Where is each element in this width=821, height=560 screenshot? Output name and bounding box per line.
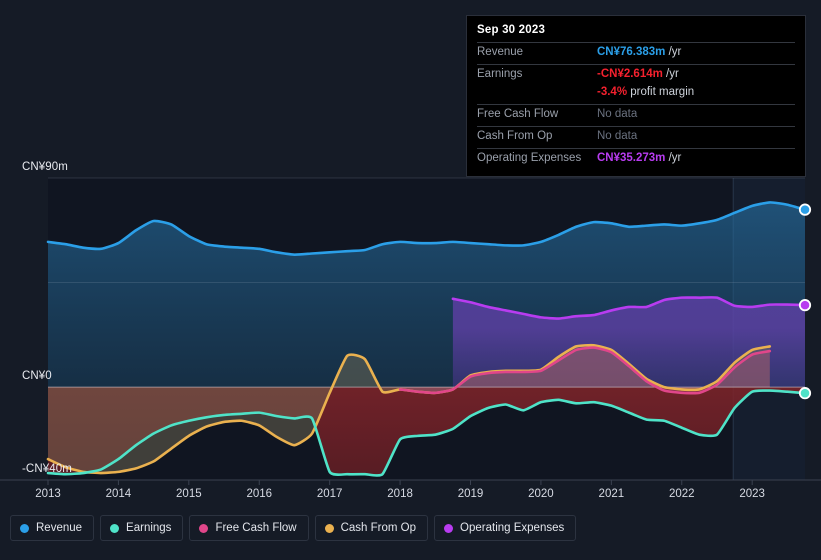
- tooltip-row-amount: CN¥76.383m: [597, 46, 666, 58]
- tooltip-date: Sep 30 2023: [477, 24, 546, 36]
- legend-color-dot-icon: [20, 523, 29, 533]
- tooltip-row-value: -3.4% profit margin: [597, 86, 694, 98]
- tooltip-row-label: Revenue: [477, 46, 524, 58]
- y-axis-tick-label: CN¥90m: [22, 161, 68, 173]
- legend-item-label: Operating Expenses: [460, 522, 565, 534]
- legend-item-free-cash-flow[interactable]: Free Cash Flow: [189, 515, 309, 541]
- tooltip-row: Operating Expenses CN¥35.273m /yr: [477, 148, 795, 170]
- x-axis-tick-label: 2022: [668, 488, 695, 500]
- tooltip-row-value: No data: [597, 108, 638, 120]
- tooltip-row-unit: /yr: [662, 68, 679, 80]
- x-axis-tick-label: 2020: [528, 488, 554, 500]
- tooltip-row: -3.4% profit margin: [477, 86, 795, 104]
- x-axis-tick-label: 2019: [457, 488, 484, 500]
- tooltip-row: Earnings -CN¥2.614m /yr: [477, 64, 795, 86]
- tooltip-row-amount: CN¥35.273m: [597, 152, 666, 164]
- tooltip-row-amount: -3.4%: [597, 86, 628, 98]
- tooltip-rows: Revenue CN¥76.383m /yr Earnings -CN¥2.614m …: [477, 42, 795, 170]
- x-axis-tick-label: 2023: [739, 488, 765, 500]
- chart-legend: Revenue Earnings Free Cash Flow Cash From O…: [10, 515, 577, 541]
- tooltip-row-unit: /yr: [665, 152, 682, 164]
- tooltip-row: Cash From Op No data: [477, 126, 795, 148]
- x-axis-tick-label: 2018: [387, 488, 413, 500]
- legend-color-dot-icon: [110, 523, 120, 533]
- tooltip-row-label: Operating Expenses: [477, 152, 582, 164]
- x-axis-tick-label: 2013: [35, 488, 61, 500]
- tooltip-row-label: Free Cash Flow: [477, 108, 559, 120]
- y-axis-tick-label: -CN¥40m: [22, 463, 72, 475]
- tooltip-row-label: Cash From Op: [477, 130, 553, 142]
- legend-item-revenue[interactable]: Revenue: [10, 515, 95, 541]
- tooltip-row-value: -CN¥2.614m /yr: [597, 68, 679, 80]
- x-axis-tick-label: 2015: [176, 488, 202, 500]
- legend-item-earnings[interactable]: Earnings: [100, 515, 184, 541]
- chart-tooltip: Sep 30 2023 Revenue CN¥76.383m /yr Earning…: [466, 15, 806, 177]
- x-axis-tick-label: 2017: [316, 488, 343, 500]
- tooltip-row-unit: /yr: [665, 46, 682, 58]
- tooltip-row-value: CN¥76.383m /yr: [597, 46, 681, 58]
- x-axis-tick-label: 2014: [105, 488, 132, 500]
- tooltip-row-amount: -CN¥2.614m: [597, 68, 663, 80]
- legend-item-operating-expenses[interactable]: Operating Expenses: [434, 515, 577, 541]
- legend-item-cash-from-op[interactable]: Cash From Op: [314, 515, 429, 541]
- legend-color-dot-icon: [199, 523, 209, 533]
- tooltip-row-unit: profit margin: [627, 86, 695, 98]
- legend-item-label: Free Cash Flow: [215, 522, 297, 534]
- tooltip-row-value: No data: [597, 130, 638, 142]
- tooltip-row-label: Earnings: [477, 68, 523, 80]
- tooltip-row: Revenue CN¥76.383m /yr: [477, 42, 795, 64]
- y-axis-tick-label: CN¥0: [22, 370, 52, 383]
- x-axis-tick-label: 2021: [598, 488, 625, 500]
- legend-item-label: Earnings: [126, 522, 172, 534]
- legend-color-dot-icon: [324, 523, 334, 533]
- legend-color-dot-icon: [444, 523, 454, 533]
- legend-item-label: Revenue: [36, 522, 83, 534]
- tooltip-row-value: CN¥35.273m /yr: [597, 152, 681, 164]
- financial-area-chart: CN¥90m CN¥0 -CN¥40m 2013 2014 2015 2016 2017 20…: [0, 0, 821, 560]
- legend-item-label: Cash From Op: [340, 522, 417, 534]
- tooltip-row: Free Cash Flow No data: [477, 104, 795, 126]
- x-axis-tick-label: 2016: [246, 488, 273, 500]
